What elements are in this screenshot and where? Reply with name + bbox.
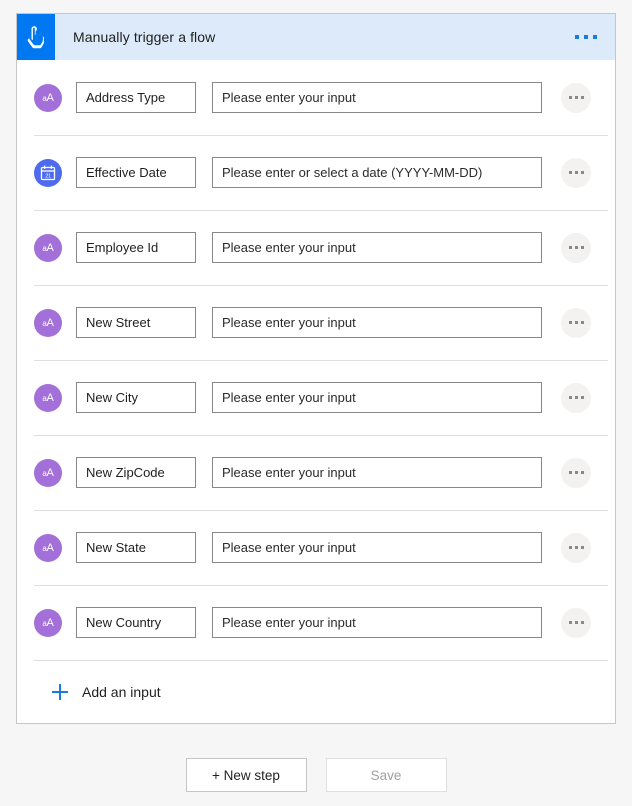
input-label-field[interactable]: New State bbox=[76, 532, 196, 563]
ellipsis-dot bbox=[569, 621, 572, 624]
ellipsis-dot bbox=[569, 321, 572, 324]
ellipsis-dot bbox=[581, 546, 584, 549]
input-label-text: New Street bbox=[86, 315, 150, 330]
ellipsis-dot bbox=[581, 621, 584, 624]
ellipsis-dot bbox=[581, 321, 584, 324]
row-menu-button[interactable] bbox=[561, 83, 591, 113]
input-rows-list: aA Address Type Please enter your input bbox=[17, 60, 615, 660]
input-value-field[interactable]: Please enter your input bbox=[212, 382, 542, 413]
ellipsis-dot bbox=[581, 246, 584, 249]
save-button[interactable]: Save bbox=[326, 758, 447, 792]
add-an-input-label: Add an input bbox=[82, 684, 161, 700]
input-label-field[interactable]: New ZipCode bbox=[76, 457, 196, 488]
input-label-field[interactable]: Address Type bbox=[76, 82, 196, 113]
ellipsis-dot bbox=[575, 171, 578, 174]
text-input-icon: aA bbox=[34, 84, 62, 112]
input-label-field[interactable]: New Country bbox=[76, 607, 196, 638]
input-row: aA Address Type Please enter your input bbox=[17, 60, 615, 135]
input-value-placeholder: Please enter your input bbox=[222, 465, 356, 480]
input-label-field[interactable]: Employee Id bbox=[76, 232, 196, 263]
ellipsis-dot bbox=[575, 621, 578, 624]
ellipsis-dot bbox=[575, 96, 578, 99]
new-step-button[interactable]: + New step bbox=[186, 758, 307, 792]
ellipsis-dot bbox=[581, 171, 584, 174]
input-value-field[interactable]: Please enter your input bbox=[212, 307, 542, 338]
input-row: 21 Effective Date Please enter or select… bbox=[17, 135, 615, 210]
input-value-placeholder: Please enter your input bbox=[222, 315, 356, 330]
ellipsis-dot bbox=[584, 35, 588, 39]
ellipsis-dot bbox=[575, 396, 578, 399]
ellipsis-dot bbox=[569, 96, 572, 99]
flow-trigger-card: Manually trigger a flow aA Address Type … bbox=[16, 13, 616, 724]
input-label-field[interactable]: New City bbox=[76, 382, 196, 413]
plus-icon bbox=[52, 684, 68, 700]
row-menu-button[interactable] bbox=[561, 233, 591, 263]
row-menu-button[interactable] bbox=[561, 383, 591, 413]
input-label-text: Employee Id bbox=[86, 240, 158, 255]
row-menu-button[interactable] bbox=[561, 308, 591, 338]
input-label-text: New Country bbox=[86, 615, 161, 630]
text-input-icon: aA bbox=[34, 534, 62, 562]
input-value-placeholder: Please enter or select a date (YYYY-MM-D… bbox=[222, 165, 482, 180]
input-row: aA New ZipCode Please enter your input bbox=[17, 435, 615, 510]
text-input-icon: aA bbox=[34, 384, 62, 412]
text-input-icon: aA bbox=[34, 609, 62, 637]
input-value-placeholder: Please enter your input bbox=[222, 240, 356, 255]
row-menu-button[interactable] bbox=[561, 158, 591, 188]
footer-actions: + New step Save bbox=[0, 758, 632, 792]
input-label-text: New City bbox=[86, 390, 138, 405]
input-value-field[interactable]: Please enter your input bbox=[212, 532, 542, 563]
card-menu-button[interactable] bbox=[569, 14, 603, 60]
input-row: aA Employee Id Please enter your input bbox=[17, 210, 615, 285]
input-value-field[interactable]: Please enter your input bbox=[212, 82, 542, 113]
input-value-field[interactable]: Please enter or select a date (YYYY-MM-D… bbox=[212, 157, 542, 188]
input-label-text: Effective Date bbox=[86, 165, 167, 180]
card-header[interactable]: Manually trigger a flow bbox=[17, 14, 615, 60]
input-value-placeholder: Please enter your input bbox=[222, 90, 356, 105]
row-menu-button[interactable] bbox=[561, 608, 591, 638]
input-value-field[interactable]: Please enter your input bbox=[212, 607, 542, 638]
touch-hand-icon bbox=[17, 14, 55, 60]
ellipsis-dot bbox=[575, 471, 578, 474]
input-row: aA New Country Please enter your input bbox=[17, 585, 615, 660]
ellipsis-dot bbox=[575, 546, 578, 549]
ellipsis-dot bbox=[575, 321, 578, 324]
ellipsis-dot bbox=[581, 471, 584, 474]
ellipsis-dot bbox=[569, 546, 572, 549]
row-menu-button[interactable] bbox=[561, 458, 591, 488]
ellipsis-dot bbox=[569, 471, 572, 474]
card-title: Manually trigger a flow bbox=[73, 29, 215, 45]
text-input-icon: aA bbox=[34, 459, 62, 487]
input-value-placeholder: Please enter your input bbox=[222, 540, 356, 555]
input-row: aA New Street Please enter your input bbox=[17, 285, 615, 360]
input-row: aA New State Please enter your input bbox=[17, 510, 615, 585]
ellipsis-dot bbox=[575, 246, 578, 249]
ellipsis-dot bbox=[581, 396, 584, 399]
input-label-field[interactable]: Effective Date bbox=[76, 157, 196, 188]
ellipsis-dot bbox=[575, 35, 579, 39]
text-input-icon: aA bbox=[34, 234, 62, 262]
input-label-field[interactable]: New Street bbox=[76, 307, 196, 338]
svg-text:21: 21 bbox=[45, 173, 51, 179]
input-label-text: New State bbox=[86, 540, 146, 555]
ellipsis-dot bbox=[569, 396, 572, 399]
calendar-icon: 21 bbox=[34, 159, 62, 187]
input-label-text: Address Type bbox=[86, 90, 165, 105]
input-value-field[interactable]: Please enter your input bbox=[212, 232, 542, 263]
ellipsis-dot bbox=[581, 96, 584, 99]
add-an-input-button[interactable]: Add an input bbox=[17, 660, 615, 723]
input-row: aA New City Please enter your input bbox=[17, 360, 615, 435]
input-label-text: New ZipCode bbox=[86, 465, 165, 480]
input-value-placeholder: Please enter your input bbox=[222, 615, 356, 630]
text-input-icon: aA bbox=[34, 309, 62, 337]
ellipsis-dot bbox=[569, 171, 572, 174]
row-menu-button[interactable] bbox=[561, 533, 591, 563]
ellipsis-dot bbox=[593, 35, 597, 39]
ellipsis-dot bbox=[569, 246, 572, 249]
input-value-field[interactable]: Please enter your input bbox=[212, 457, 542, 488]
input-value-placeholder: Please enter your input bbox=[222, 390, 356, 405]
